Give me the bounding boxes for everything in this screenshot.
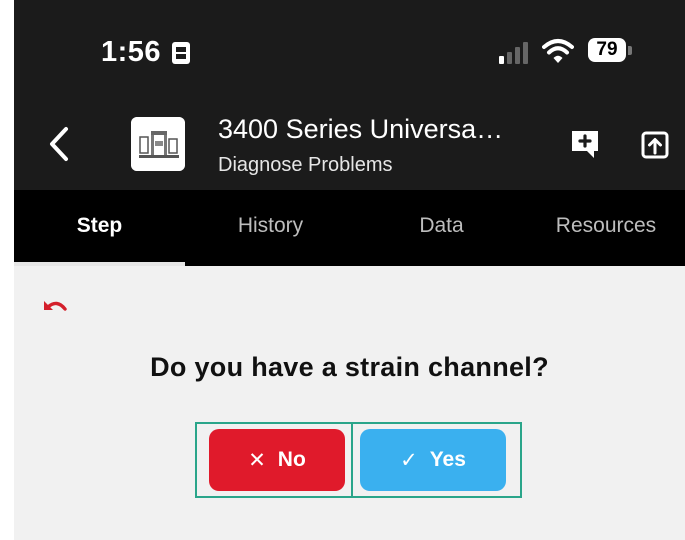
- step-content: Do you have a strain channel? ✕ No ✓ Yes: [14, 266, 685, 540]
- check-icon: ✓: [400, 448, 418, 472]
- no-button-label: No: [277, 448, 306, 471]
- sim-card-icon: [172, 42, 190, 64]
- signal-icon: [499, 40, 533, 64]
- close-icon: ✕: [248, 448, 266, 472]
- battery-icon: 79: [588, 38, 626, 62]
- yes-button[interactable]: ✓ Yes: [360, 429, 506, 491]
- status-time: 1:56: [101, 36, 162, 68]
- app-subtitle: Diagnose Problems: [218, 154, 393, 176]
- tab-step[interactable]: Step: [14, 190, 185, 266]
- add-comment-icon[interactable]: [569, 129, 601, 161]
- step-question: Do you have a strain channel?: [150, 352, 549, 382]
- tab-history[interactable]: History: [185, 190, 356, 266]
- app-title: 3400 Series Universa…: [218, 114, 504, 144]
- undo-icon[interactable]: [40, 296, 70, 316]
- battery-tip: [628, 46, 632, 55]
- no-button[interactable]: ✕ No: [209, 429, 345, 491]
- yes-button-label: Yes: [429, 448, 466, 471]
- tab-data[interactable]: Data: [356, 190, 527, 266]
- status-bar: 1:56 79: [14, 0, 685, 100]
- product-thumbnail: [131, 117, 185, 171]
- back-chevron-icon[interactable]: [48, 126, 70, 162]
- app-bar: 3400 Series Universa… Diagnose Problems: [14, 100, 685, 190]
- wifi-icon: [542, 39, 574, 63]
- share-icon[interactable]: [641, 131, 669, 159]
- phone-screen: 1:56 79 3400 Series Universa… Diagnose P…: [14, 0, 685, 540]
- tab-bar: Step History Data Resources: [14, 190, 685, 266]
- tab-resources[interactable]: Resources: [527, 190, 685, 266]
